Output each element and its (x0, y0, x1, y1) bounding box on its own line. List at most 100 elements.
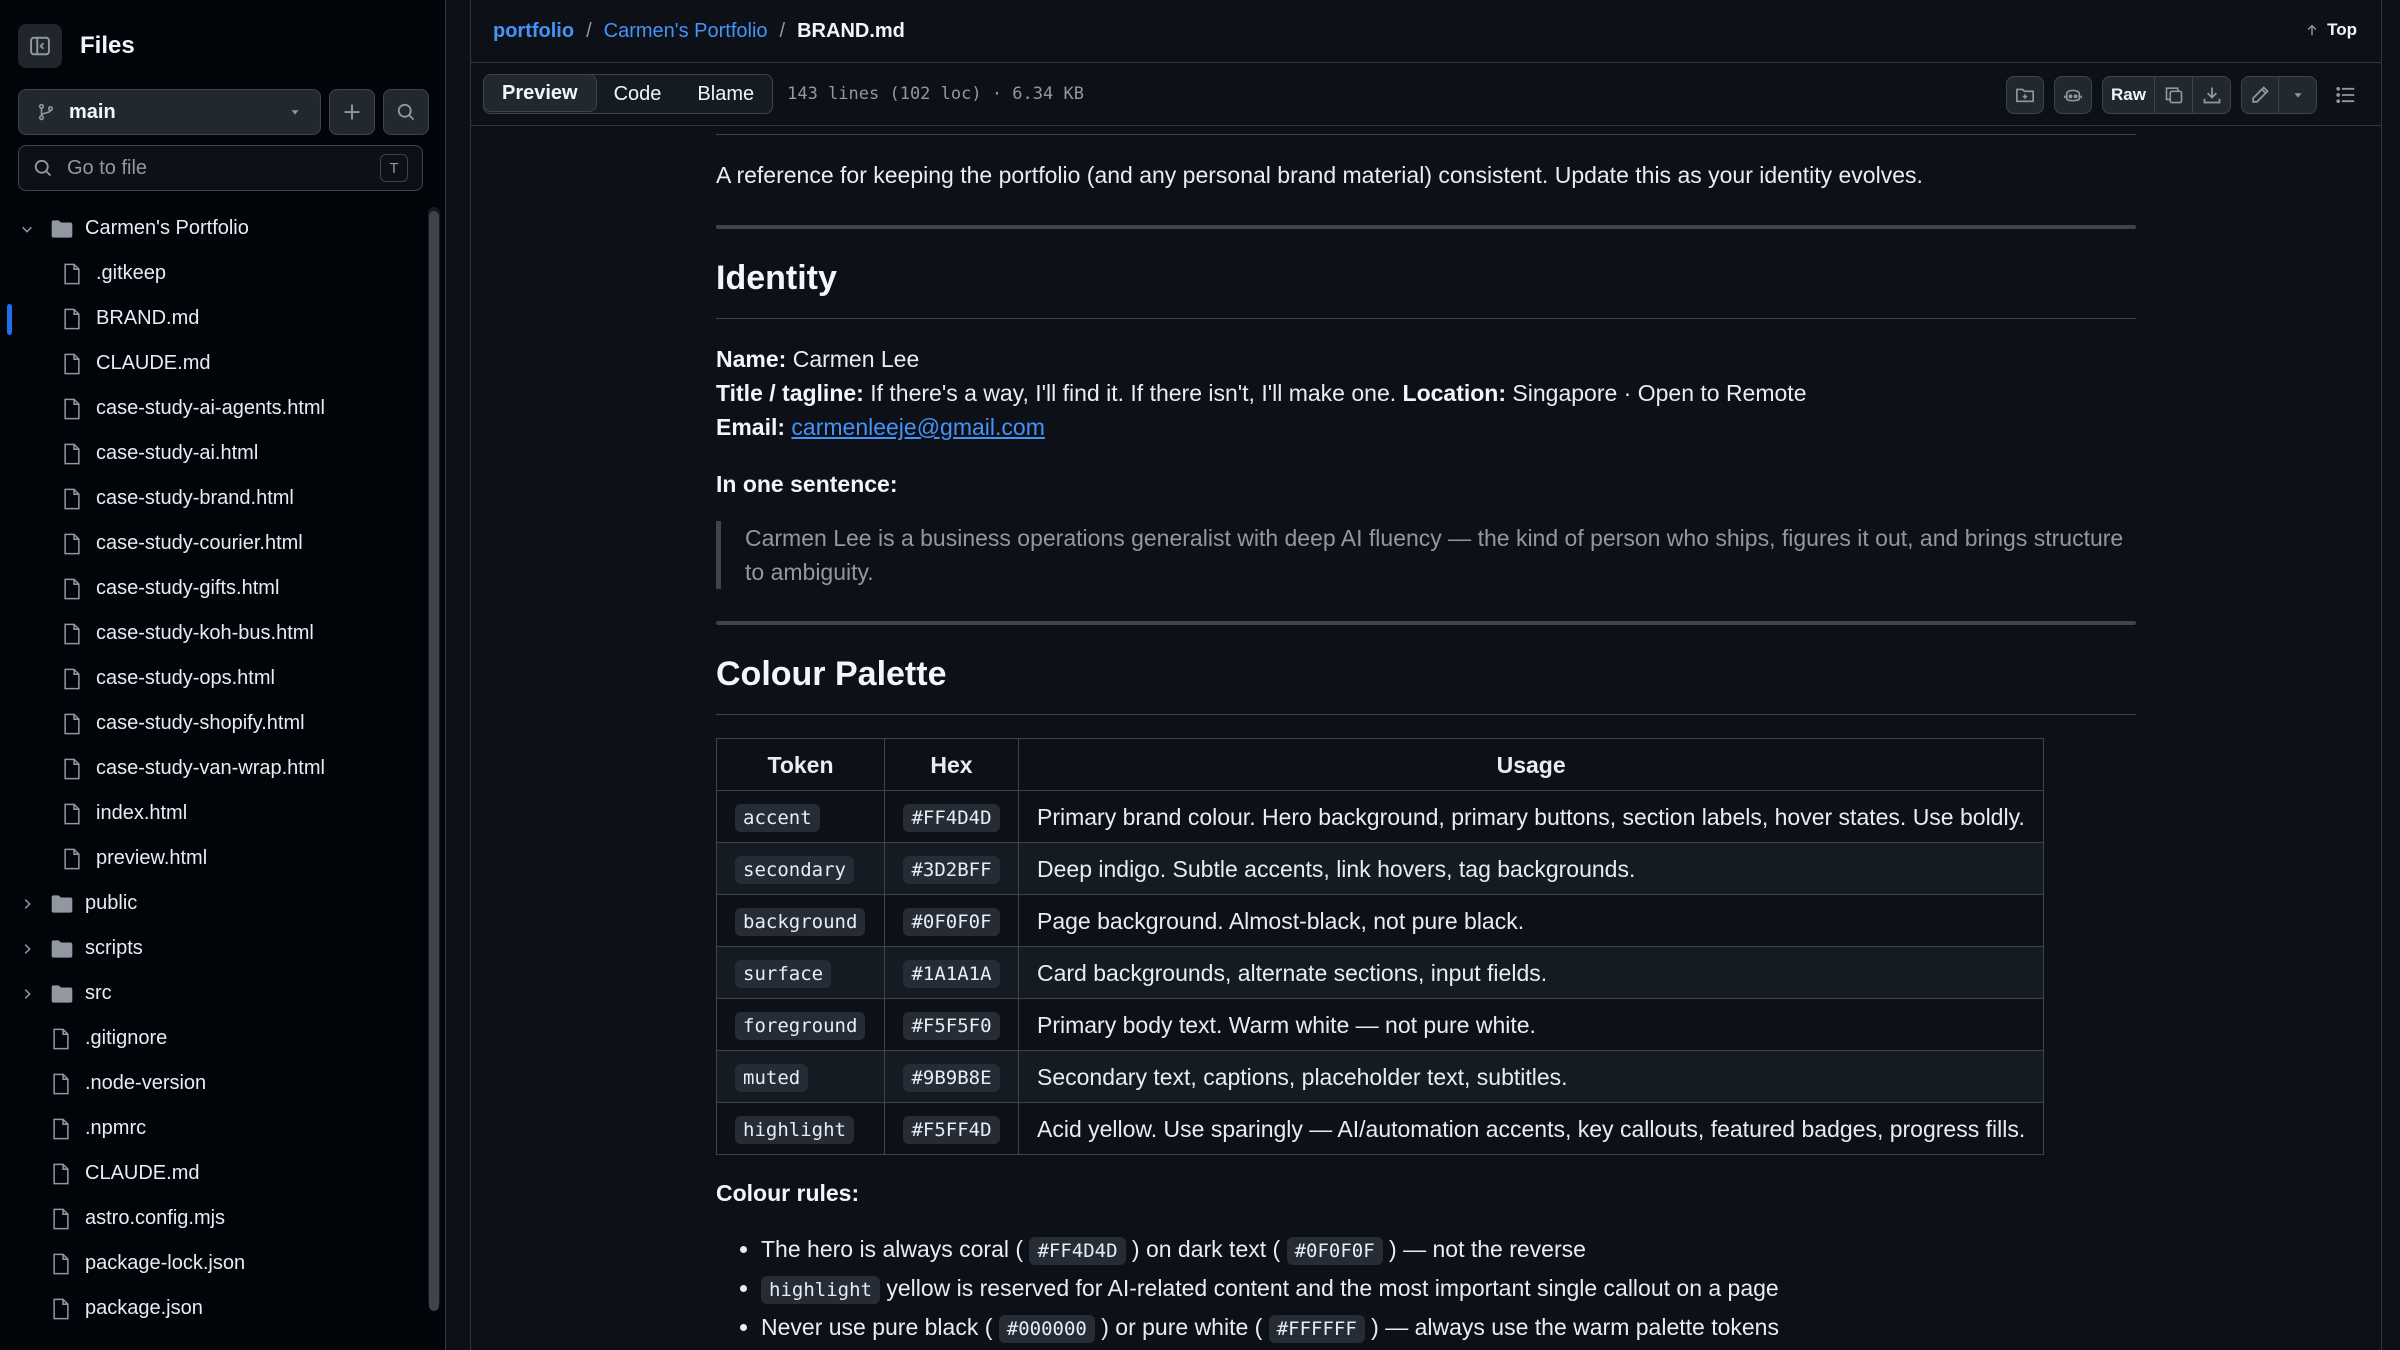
copilot-button[interactable] (2054, 76, 2093, 114)
hex-cell: #F5F5F0 (884, 998, 1019, 1051)
token-cell: secondary (716, 842, 885, 895)
usage-cell: Acid yellow. Use sparingly — AI/automati… (1017, 1102, 2045, 1155)
token-cell: highlight (716, 1102, 885, 1155)
sidebar-title: Files (80, 32, 135, 59)
edit-options-button[interactable] (2279, 76, 2317, 114)
hex-code: #F5FF4D (903, 1115, 1000, 1144)
heading-identity: Identity (716, 259, 837, 297)
chevron-down-icon (22, 226, 32, 233)
tree-file-item[interactable]: case-study-ops.html (0, 657, 424, 702)
table-row: highlight #F5FF4D Acid yellow. Use sparing… (716, 1102, 2045, 1155)
email-link[interactable]: carmenleeje@gmail.com (791, 414, 1044, 440)
hex-cell: #9B9B8E (884, 1050, 1019, 1103)
branch-row: main (18, 89, 429, 135)
search-icon (397, 103, 415, 121)
outline-button[interactable] (2327, 76, 2365, 114)
search-files-button[interactable] (383, 89, 429, 135)
chevron-down-icon (291, 110, 299, 115)
file-icon (64, 848, 80, 870)
copy-raw-button[interactable] (2155, 76, 2193, 114)
tree-file-item[interactable]: case-study-ai-agents.html (0, 387, 424, 432)
file-icon (64, 443, 80, 465)
open-in-codespace-button[interactable] (2006, 76, 2045, 114)
folder-icon (51, 895, 73, 913)
hex-code: #3D2BFF (903, 855, 1000, 884)
collapse-sidebar-button[interactable] (18, 24, 62, 68)
folder-icon (51, 985, 73, 1003)
identity-details: Name: Carmen Lee Title / tagline: If the… (716, 342, 1806, 444)
tree-item-label: src (85, 982, 112, 1004)
tree-file-item[interactable]: case-study-ai.html (0, 432, 424, 477)
file-icon (64, 758, 80, 780)
hex-code: #F5F5F0 (903, 1011, 1000, 1040)
hex-cell: #0F0F0F (884, 894, 1019, 947)
raw-button[interactable]: Raw (2102, 76, 2155, 114)
file-viewer: portfolio / Carmen's Portfolio / BRAND.m… (470, 0, 2382, 1350)
tree-item-label: case-study-brand.html (96, 487, 294, 509)
file-icon (64, 533, 80, 555)
file-icon (64, 623, 80, 645)
download-button[interactable] (2193, 76, 2231, 114)
branch-selector[interactable]: main (18, 89, 321, 135)
rule-text: The hero is always coral ( (761, 1236, 1024, 1262)
tree-folder-item[interactable]: scripts (0, 927, 424, 972)
token-cell: surface (716, 946, 885, 999)
tree-file-item[interactable]: preview.html (0, 837, 424, 882)
go-to-file-input[interactable]: Go to file T (18, 145, 423, 191)
tree-file-item[interactable]: case-study-courier.html (0, 522, 424, 567)
tab-blame[interactable]: Blame (679, 75, 772, 113)
tree-file-item[interactable]: .npmrc (0, 1107, 424, 1152)
tree-file-item[interactable]: BRAND.md (0, 297, 424, 342)
one-sentence-label: In one sentence: (716, 471, 898, 497)
tree-item-label: astro.config.mjs (85, 1207, 226, 1229)
file-icon (64, 713, 80, 735)
file-icon (53, 1073, 69, 1095)
tree-item-label: case-study-ops.html (96, 667, 275, 689)
tagline-value: If there's a way, I'll find it. If there… (863, 380, 1403, 406)
tree-file-item[interactable]: case-study-shopify.html (0, 702, 424, 747)
tree-file-item[interactable]: .gitignore (0, 1017, 424, 1062)
tagline-label: Title / tagline: (716, 380, 864, 406)
usage-cell: Secondary text, captions, placeholder te… (1017, 1050, 2045, 1103)
usage-cell: Primary brand colour. Hero background, p… (1017, 790, 2045, 843)
tree-folder-item[interactable]: src (0, 972, 424, 1017)
tree-file-item[interactable]: case-study-gifts.html (0, 567, 424, 612)
heading-underline (716, 318, 2136, 319)
tree-item-label: index.html (96, 802, 188, 824)
tree-file-item[interactable]: case-study-brand.html (0, 477, 424, 522)
scrollbar-thumb[interactable] (429, 211, 439, 1311)
tree-file-item[interactable]: package.json (0, 1287, 424, 1332)
tree-file-item[interactable]: CLAUDE.md (0, 342, 424, 387)
name-value: Carmen Lee (786, 346, 920, 372)
one-sentence-label-line: In one sentence: (716, 467, 897, 501)
tree-file-item[interactable]: case-study-koh-bus.html (0, 612, 424, 657)
sidebar-scrollbar[interactable] (428, 207, 440, 1311)
token-cell: foreground (716, 998, 885, 1051)
name-line: Name: Carmen Lee (716, 342, 1806, 376)
tree-file-item[interactable]: .node-version (0, 1062, 424, 1107)
rule-text: ) — always use the warm palette tokens (1371, 1314, 1779, 1340)
tree-item-label: BRAND.md (96, 307, 200, 329)
tree-item-label: .node-version (85, 1072, 207, 1094)
tree-file-item[interactable]: astro.config.mjs (0, 1197, 424, 1242)
tree-item-label: case-study-shopify.html (96, 712, 305, 734)
tree-file-item[interactable]: case-study-van-wrap.html (0, 747, 424, 792)
triangle-down-icon (2294, 93, 2301, 98)
breadcrumb-repo-link[interactable]: portfolio (493, 20, 574, 43)
tree-file-item[interactable]: CLAUDE.md (0, 1152, 424, 1197)
tree-item-label: package-lock.json (85, 1252, 246, 1274)
back-to-top-link[interactable]: Top (2305, 20, 2357, 40)
token-code: surface (735, 959, 832, 988)
tree-folder-item[interactable]: Carmen's Portfolio (0, 207, 424, 252)
tree-folder-item[interactable]: public (0, 882, 424, 927)
tab-preview[interactable]: Preview (484, 75, 597, 112)
table-row: secondary #3D2BFF Deep indigo. Subtle acce… (716, 842, 2045, 895)
edit-file-button[interactable] (2241, 76, 2279, 114)
tab-code[interactable]: Code (596, 75, 680, 113)
tree-file-item[interactable]: index.html (0, 792, 424, 837)
add-file-button[interactable] (329, 89, 375, 135)
breadcrumb-folder-link[interactable]: Carmen's Portfolio (604, 20, 768, 43)
tree-file-item[interactable]: .gitkeep (0, 252, 424, 297)
tree-item-label: .gitkeep (96, 262, 167, 284)
tree-file-item[interactable]: package-lock.json (0, 1242, 424, 1287)
